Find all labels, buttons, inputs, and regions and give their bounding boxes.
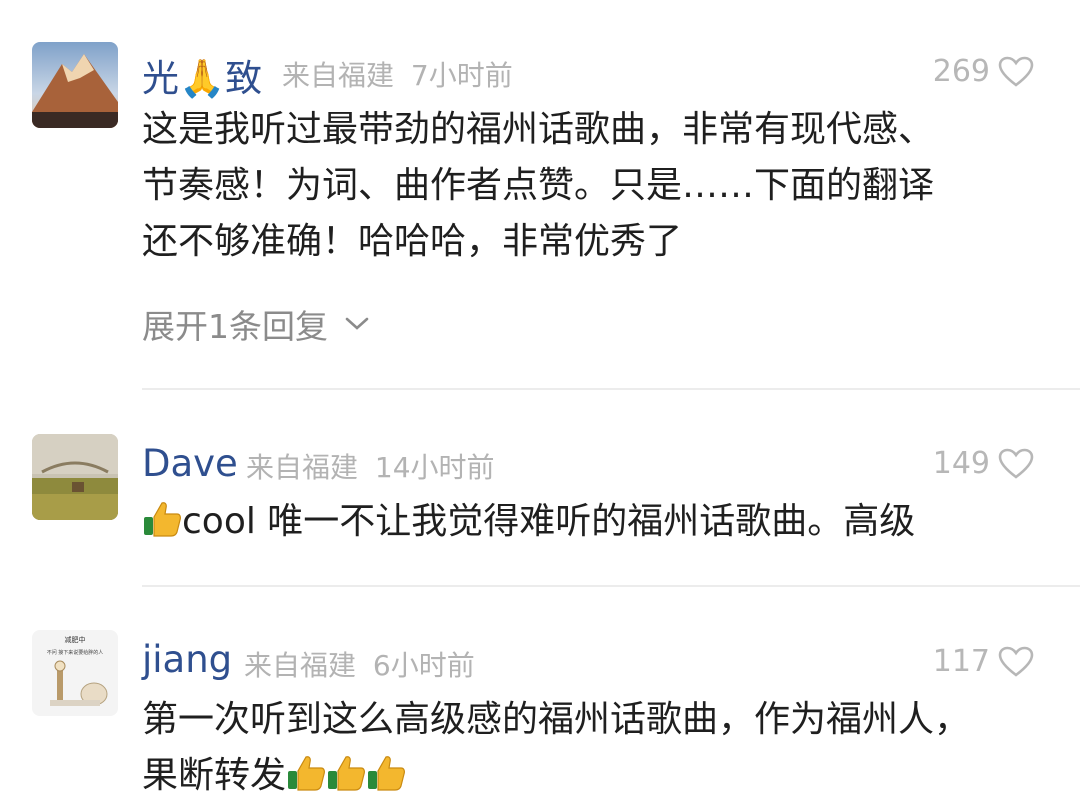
divider <box>142 585 1080 587</box>
avatar[interactable] <box>32 42 118 128</box>
comment-line: 节奏感！为词、曲作者点赞。只是……下面的翻译 <box>142 165 935 206</box>
expand-replies-label[interactable]: 展开1条回复 <box>142 300 328 348</box>
avatar[interactable] <box>32 434 118 520</box>
timestamp: 6小时前 <box>372 649 475 682</box>
timestamp: 14小时前 <box>374 451 495 484</box>
like-button[interactable]: 269 <box>933 54 1034 89</box>
comment-item: 减肥中 不问 接下来说要给胖的人 jiang 来自福建 6小时前 117 第一次… <box>0 588 1080 810</box>
thumbs-up-icon <box>288 756 325 791</box>
comment-line: 还不够准确！哈哈哈，非常优秀了 <box>142 221 683 262</box>
username[interactable]: 光🙏致 <box>142 48 262 102</box>
comment-meta: 来自福建 6小时前 <box>244 644 475 684</box>
comment-line: 这是我听过最带劲的福州话歌曲，非常有现代感、 <box>142 109 935 150</box>
chevron-down-icon[interactable] <box>344 316 370 332</box>
thumbs-up-icon <box>328 756 365 791</box>
location-label: 来自福建 <box>246 451 359 484</box>
location-label: 来自福建 <box>244 649 357 682</box>
username[interactable]: jiang <box>142 638 232 681</box>
mountain-sunset-avatar <box>32 42 118 128</box>
thumbs-up-icon <box>144 502 181 537</box>
comment-text: 第一次听到这么高级感的福州话歌曲，作为福州人， 果断转发 <box>142 692 970 804</box>
heart-outline-icon[interactable] <box>998 448 1034 480</box>
like-count: 269 <box>932 54 990 89</box>
comment-line: 第一次听到这么高级感的福州话歌曲，作为福州人， <box>142 699 971 740</box>
like-button[interactable]: 149 <box>933 446 1034 481</box>
like-count: 117 <box>932 644 990 679</box>
cartoon-avatar: 减肥中 不问 接下来说要给胖的人 <box>32 630 118 716</box>
username[interactable]: Dave <box>142 442 238 485</box>
expand-replies-button[interactable]: 展开1条回复 <box>142 300 370 348</box>
comment-text: 这是我听过最带劲的福州话歌曲，非常有现代感、 节奏感！为词、曲作者点赞。只是……… <box>142 102 934 270</box>
heart-outline-icon[interactable] <box>998 56 1034 88</box>
comment-line: 果断转发 <box>142 748 970 804</box>
thumbs-up-icon <box>368 756 405 791</box>
comment-meta: 来自福建 7小时前 <box>282 54 513 94</box>
like-button[interactable]: 117 <box>933 644 1034 679</box>
avatar-caption: 不问 接下来说要给胖的人 <box>47 649 104 656</box>
comment-meta: 来自福建 14小时前 <box>246 446 495 486</box>
comment-line: cool 唯一不让我觉得难听的福州话歌曲。高级 <box>182 501 916 542</box>
avatar[interactable]: 减肥中 不问 接下来说要给胖的人 <box>32 630 118 716</box>
timestamp: 7小时前 <box>410 59 513 92</box>
comment-item: 光🙏致 来自福建 7小时前 269 这是我听过最带劲的福州话歌曲，非常有现代感、… <box>0 0 1080 390</box>
comment-text: cool 唯一不让我觉得难听的福州话歌曲。高级 <box>142 494 915 550</box>
heart-outline-icon[interactable] <box>998 646 1034 678</box>
comment-item: Dave 来自福建 14小时前 149 cool 唯一不让我觉得难听的福州话歌曲… <box>0 390 1080 588</box>
landscape-field-avatar <box>32 434 118 520</box>
avatar-caption: 减肥中 <box>65 635 86 644</box>
like-count: 149 <box>932 446 990 481</box>
location-label: 来自福建 <box>282 59 395 92</box>
